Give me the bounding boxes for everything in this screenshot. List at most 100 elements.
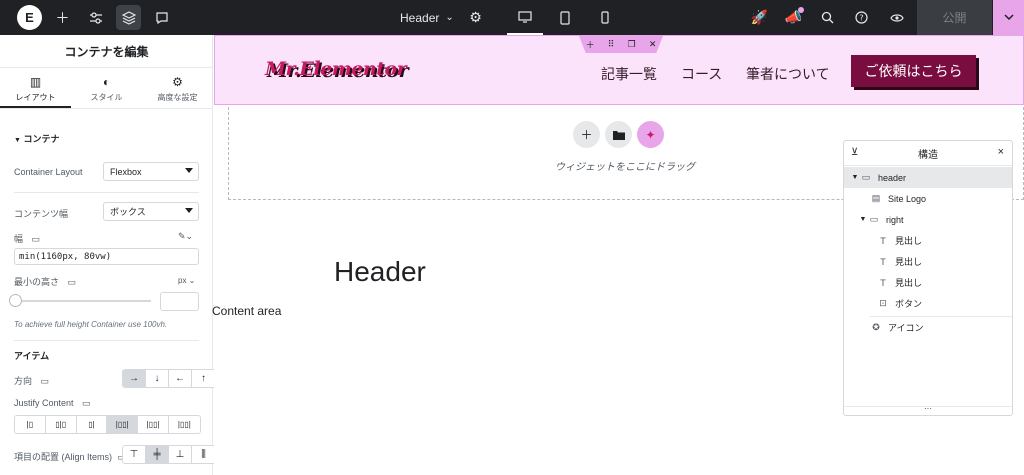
min-height-hint: To achieve full height Container use 100… [14, 320, 168, 329]
rocket-icon[interactable]: 🚀 [747, 5, 772, 30]
nav-item-articles[interactable]: 記事一覧 [601, 64, 657, 84]
heading-icon: T [880, 277, 886, 288]
align-items-label: 項目の配置 (Align Items) [14, 452, 113, 462]
section-container-title: コンテナ [23, 134, 60, 144]
template-folder-icon[interactable] [605, 121, 632, 148]
content-area-label: Content area [212, 304, 282, 318]
caret-down-icon: ▼ [14, 137, 21, 144]
preview-eye-icon[interactable] [884, 5, 909, 30]
direction-row-reverse-arrow-left-icon[interactable]: ← [169, 370, 192, 387]
desktop-device-icon[interactable]: ▭ [82, 398, 91, 408]
min-height-slider-thumb[interactable] [9, 294, 22, 307]
content-width-value: ボックス [110, 207, 146, 217]
dynamic-tags-pen-icon[interactable]: ✎⌄ [178, 231, 193, 242]
site-logo[interactable]: Mr.Elementor [265, 58, 407, 80]
caret-down-icon[interactable]: ▼ [858, 216, 868, 223]
page-settings-gear-icon[interactable]: ⚙ [463, 5, 488, 30]
structure-item-heading[interactable]: T 見出し [844, 251, 1012, 272]
desktop-device-icon[interactable]: ▭ [41, 376, 50, 386]
structure-item-heading[interactable]: T 見出し [844, 230, 1012, 251]
container-icon: ▭ [861, 172, 871, 182]
publish-options-chevron-icon[interactable] [993, 0, 1024, 35]
layout-icon: ▥ [29, 75, 42, 89]
tab-style[interactable]: ◐ スタイル [71, 69, 142, 108]
comments-icon[interactable] [149, 5, 174, 30]
heading-icon: T [880, 256, 886, 267]
elementor-logo-icon[interactable]: E [17, 5, 42, 30]
help-icon[interactable]: ? [849, 5, 874, 30]
structure-item-label: right [886, 214, 904, 225]
site-logo-icon: ▤ [871, 193, 881, 203]
add-section-icon[interactable]: ＋ [573, 121, 600, 148]
min-height-number-input[interactable] [160, 292, 199, 311]
justify-content-label: Justify Content [14, 398, 74, 408]
duplicate-icon[interactable]: ❐ [628, 40, 636, 50]
ai-sparkle-icon[interactable]: ✦ [637, 121, 664, 148]
caret-down-icon [185, 168, 193, 173]
settings-sliders-icon[interactable] [83, 5, 108, 30]
direction-column-reverse-arrow-up-icon[interactable]: ↑ [192, 370, 215, 387]
desktop-device-icon[interactable]: ▭ [68, 277, 77, 287]
desktop-device-icon[interactable]: ▭ [32, 234, 41, 244]
tab-style-label: スタイル [90, 93, 123, 102]
min-height-slider-track[interactable] [16, 300, 151, 302]
publish-button[interactable]: 公開 [917, 0, 992, 35]
min-height-label: 最小の高さ [14, 277, 60, 287]
unit-select[interactable]: px ⌄ [178, 276, 195, 285]
align-items-label-row: 項目の配置 (Align Items) ▭ [14, 450, 126, 463]
min-height-label-row: 最小の高さ ▭ [14, 275, 76, 288]
drag-handle-icon[interactable]: ⠿ [608, 40, 615, 50]
icon-widget-icon: ✪ [872, 322, 880, 332]
align-end-icon[interactable]: ⊥ [169, 446, 192, 463]
direction-row-arrow-right-icon[interactable]: → [123, 370, 146, 387]
heading-icon: T [880, 235, 886, 246]
tablet-device-icon[interactable] [547, 0, 583, 35]
justify-start-icon[interactable]: |▯ [15, 416, 46, 433]
nav-item-about-author[interactable]: 筆者について [746, 64, 830, 84]
add-icon[interactable]: ＋ [586, 38, 595, 51]
structure-item-heading[interactable]: T 見出し [844, 272, 1012, 293]
align-stretch-icon[interactable]: ⫼ [192, 446, 215, 463]
chevron-down-icon: ⌄ [445, 12, 454, 23]
container-layout-select[interactable]: Flexbox [103, 162, 199, 181]
direction-column-arrow-down-icon[interactable]: ↓ [146, 370, 169, 387]
width-input[interactable] [14, 248, 199, 265]
desktop-device-icon[interactable] [507, 0, 543, 35]
section-container-toggle[interactable]: ▼ コンテナ [14, 132, 59, 145]
document-title[interactable]: Header ⌄ [400, 0, 454, 35]
header-container[interactable]: ＋ ⠿ ❐ ✕ Mr.Elementor 記事一覧 コース 筆者について ご依頼… [214, 35, 1024, 105]
justify-space-evenly-icon[interactable]: |▯▯| [168, 416, 200, 433]
caret-down-icon[interactable]: ▼ [850, 174, 860, 181]
structure-item-header[interactable]: ▼ ▭ header [844, 167, 1012, 188]
justify-center-icon[interactable]: ▯|▯ [45, 416, 77, 433]
structure-layers-icon[interactable] [116, 5, 141, 30]
structure-item-icon[interactable]: ✪ アイコン [844, 317, 1012, 338]
mobile-device-icon[interactable] [587, 0, 623, 35]
content-width-select[interactable]: ボックス [103, 202, 199, 221]
justify-end-icon[interactable]: ▯| [76, 416, 108, 433]
direction-label: 方向 [14, 376, 33, 386]
align-center-icon[interactable]: ╪ [146, 446, 169, 463]
width-label: 幅 [14, 234, 24, 244]
nav-item-courses[interactable]: コース [681, 64, 722, 84]
tab-advanced[interactable]: ⚙ 高度な設定 [142, 69, 213, 108]
structure-item-right[interactable]: ▼ ▭ right [844, 209, 1012, 230]
structure-dropdown-icon[interactable]: ⊻ [851, 147, 858, 158]
min-height-unit: px [178, 276, 187, 285]
tab-layout[interactable]: ▥ レイアウト [0, 69, 71, 108]
close-icon[interactable]: ✕ [649, 40, 657, 50]
align-start-icon[interactable]: ⊤ [123, 446, 146, 463]
search-icon[interactable] [815, 5, 840, 30]
request-cta-button[interactable]: ご依頼はこちら [851, 55, 976, 87]
container-layout-label: Container Layout [14, 167, 83, 177]
drop-zone-hint: ウィジェットをここにドラッグ [555, 162, 695, 173]
structure-item-site-logo[interactable]: ▤ Site Logo [844, 188, 1012, 209]
justify-space-between-icon[interactable]: |▯▯| [107, 416, 139, 433]
structure-item-button[interactable]: ⊡ ボタン [844, 293, 1012, 314]
add-element-icon[interactable]: ＋ [50, 5, 75, 30]
close-icon[interactable]: × [998, 146, 1004, 158]
justify-space-around-icon[interactable]: |▯▯| [138, 416, 169, 433]
caret-down-icon [185, 208, 193, 213]
panel-title: コンテナを編集 [0, 35, 213, 68]
structure-resize-handle-icon[interactable]: ··· [844, 405, 1012, 415]
